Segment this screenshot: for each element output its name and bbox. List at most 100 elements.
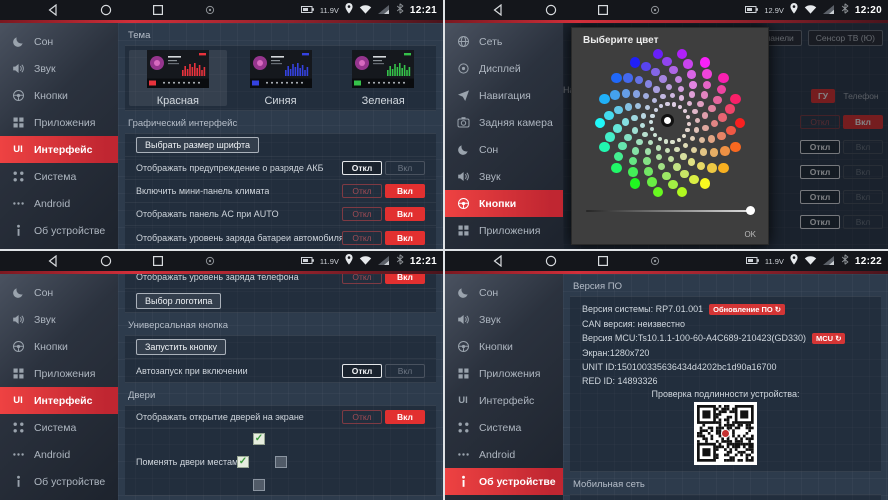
toggle-on-button[interactable]: Вкл [385,161,425,175]
toggle-on-button[interactable]: Вкл [385,410,425,424]
color-swatch[interactable] [648,140,653,145]
sidebar-item-info[interactable]: Об устройстве [0,468,118,495]
color-swatch[interactable] [653,49,664,60]
color-swatch[interactable] [672,102,676,106]
back-icon[interactable] [492,255,504,267]
color-swatch[interactable] [604,111,614,121]
color-swatch[interactable] [666,84,672,90]
recents-icon[interactable] [597,4,609,16]
color-swatch[interactable] [685,128,689,132]
color-swatch[interactable] [664,139,668,143]
sidebar-item-send[interactable]: Навигация [445,82,563,109]
color-swatch[interactable] [635,76,644,85]
color-swatch[interactable] [652,98,657,103]
color-swatch[interactable] [656,145,661,150]
toggle-off-button[interactable]: Откл [342,364,382,378]
home-icon[interactable] [545,4,557,16]
color-swatch[interactable] [642,132,647,137]
color-swatch[interactable] [640,123,645,128]
color-swatch[interactable] [700,148,707,155]
door-checkbox-top[interactable]: ✓ [253,433,265,445]
toggle-off-button[interactable]: Откл [342,274,382,284]
sidebar-item-ellipsis[interactable]: Android [0,441,118,468]
color-swatch[interactable] [659,104,663,108]
color-swatch[interactable] [595,118,606,129]
door-checkbox-bottom[interactable] [253,479,265,491]
color-swatch[interactable] [665,148,670,153]
toggle-on-button[interactable]: Вкл [385,274,425,284]
color-swatch[interactable] [622,89,631,98]
recents-icon[interactable] [597,255,609,267]
color-swatch[interactable] [695,118,700,123]
color-swatch[interactable] [680,170,689,179]
color-swatch[interactable] [636,139,642,145]
ok-button[interactable]: OK [744,230,756,239]
color-swatch[interactable] [644,167,653,176]
screenshot-icon[interactable] [205,256,215,266]
color-swatch[interactable] [653,86,659,92]
color-swatch[interactable] [628,167,638,177]
sidebar-item-apps-grid[interactable]: Приложения [0,109,118,136]
door-checkbox-left[interactable]: ✓ [237,456,249,468]
color-swatch[interactable] [654,108,658,112]
color-swatch[interactable] [658,163,665,170]
sidebar-item-system-dots[interactable]: Система [0,163,118,190]
color-swatch[interactable] [668,156,674,162]
sidebar-item-moon[interactable]: Сон [0,279,118,306]
color-swatch[interactable] [679,95,684,100]
color-swatch[interactable] [610,90,620,100]
color-swatch[interactable] [618,142,627,151]
color-swatch[interactable] [689,81,696,88]
sidebar-item-speaker[interactable]: Звук [0,306,118,333]
color-swatch[interactable] [658,137,662,141]
toggle-on-button[interactable]: Вкл [385,364,425,378]
color-swatch[interactable] [690,136,695,141]
color-swatch[interactable] [711,120,718,127]
color-swatch[interactable] [675,76,682,83]
color-swatch[interactable] [718,113,727,122]
color-swatch[interactable] [674,147,679,152]
color-swatch[interactable] [726,126,736,136]
color-swatch[interactable] [623,73,633,83]
brightness-slider[interactable] [586,206,754,216]
toggle-on-button[interactable]: Вкл [385,231,425,245]
toggle-off-button[interactable]: Откл [342,231,382,245]
color-swatch[interactable] [708,105,715,112]
sidebar-item-info[interactable]: Об устройстве [0,217,118,244]
color-swatch[interactable] [686,115,690,119]
sidebar-item-display[interactable]: Дисплей [445,55,563,82]
color-swatch[interactable] [611,163,622,174]
color-swatch[interactable] [670,140,674,144]
home-icon[interactable] [100,255,112,267]
screenshot-icon[interactable] [650,5,660,15]
color-swatch[interactable] [670,93,675,98]
sidebar-item-system-dots[interactable]: Система [445,414,563,441]
sidebar-item-speaker[interactable]: Звук [445,163,563,190]
toggle-on-button[interactable]: Вкл [385,184,425,198]
toggle-off-button[interactable]: Откл [342,410,382,424]
sidebar-item-moon[interactable]: Сон [445,136,563,163]
color-swatch[interactable] [717,132,726,141]
slider-thumb[interactable] [746,206,755,215]
color-swatch[interactable] [632,127,638,133]
screenshot-icon[interactable] [205,5,215,15]
color-swatch[interactable] [656,154,662,160]
color-swatch[interactable] [702,112,708,118]
color-swatch[interactable] [710,148,719,157]
sidebar-item-speaker[interactable]: Звук [0,55,118,82]
color-swatch[interactable] [697,162,706,171]
color-swatch[interactable] [605,132,615,142]
color-swatch[interactable] [599,94,610,105]
color-swatch[interactable] [647,177,657,187]
color-swatch[interactable] [641,62,651,72]
color-swatch[interactable] [641,113,646,118]
color-swatch[interactable] [725,104,735,114]
color-swatch[interactable] [643,157,650,164]
sidebar-item-steering-wheel[interactable]: Кнопки [445,333,563,360]
color-swatch[interactable] [702,125,708,131]
color-swatch[interactable] [653,187,664,198]
color-swatch[interactable] [635,103,641,109]
sidebar-item-ui[interactable]: UIИнтерфейс [0,387,118,414]
color-swatch[interactable] [683,109,687,113]
color-swatch[interactable] [730,94,741,105]
